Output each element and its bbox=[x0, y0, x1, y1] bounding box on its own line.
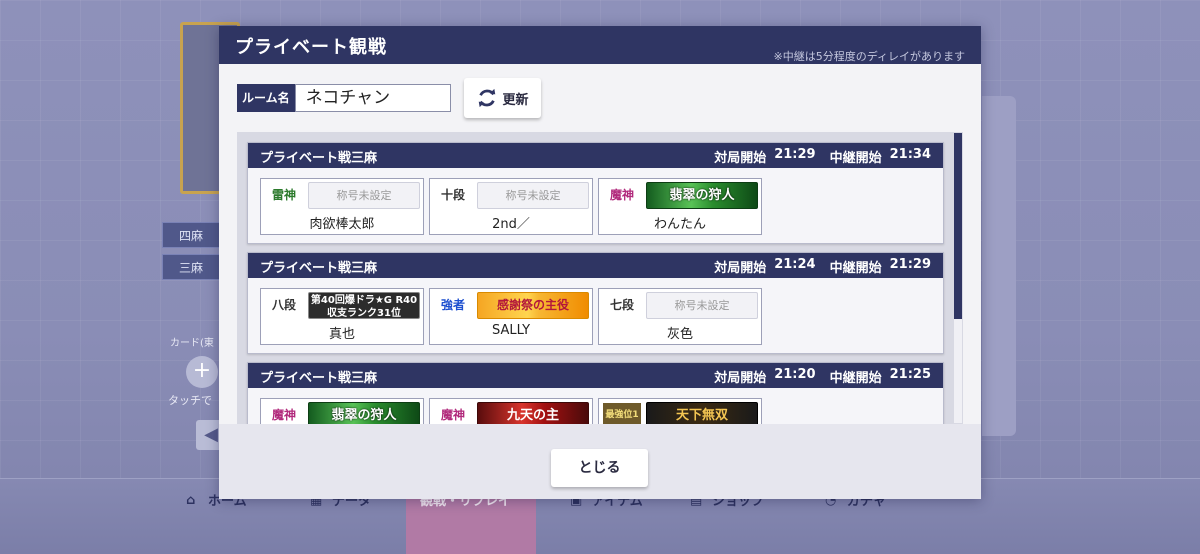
match-item[interactable]: プライベート戦三麻 対局開始 21:29 中継開始 21:34 雷神 称号未設定… bbox=[247, 142, 944, 244]
match-name: プライベート戦三麻 bbox=[260, 261, 378, 276]
start-time: 21:24 bbox=[774, 257, 816, 272]
player-card: 魔神 翡翠の狩人 bbox=[260, 398, 424, 424]
start-label: 対局開始 bbox=[714, 371, 767, 386]
match-name: プライベート戦三麻 bbox=[260, 151, 378, 166]
room-name-input[interactable]: ネコチャン bbox=[294, 84, 451, 112]
modal-header: プライベート観戦 ※中継は5分程度のディレイがあります bbox=[219, 26, 981, 64]
room-name-label: ルーム名 bbox=[237, 84, 295, 112]
relay-label: 中継開始 bbox=[829, 371, 882, 386]
match-name: プライベート戦三麻 bbox=[260, 371, 378, 386]
player-card: 雷神 称号未設定 肉欲棒太郎 bbox=[260, 178, 424, 235]
rank-badge: 八段 bbox=[271, 298, 296, 312]
player-name: SALLY bbox=[491, 323, 531, 338]
modal-footer: とじる bbox=[219, 424, 981, 499]
player-row: 雷神 称号未設定 肉欲棒太郎 十段 称号未設定 2nd／ 魔神 翡翠の狩人 わん… bbox=[260, 178, 762, 235]
delay-note: ※中継は5分程度のディレイがあります bbox=[773, 50, 965, 63]
player-row: 魔神 翡翠の狩人 魔神 九天の主 最強位1 天下無双 bbox=[260, 398, 762, 424]
match-header: プライベート戦三麻 対局開始 21:20 中継開始 21:25 bbox=[248, 363, 943, 388]
title-badge: 称号未設定 bbox=[646, 292, 758, 319]
player-name: 2nd／ bbox=[492, 217, 530, 232]
match-list[interactable]: プライベート戦三麻 対局開始 21:29 中継開始 21:34 雷神 称号未設定… bbox=[237, 132, 963, 424]
title-badge: 称号未設定 bbox=[308, 182, 420, 209]
rank-badge: 七段 bbox=[609, 298, 634, 312]
match-item[interactable]: プライベート戦三麻 対局開始 21:20 中継開始 21:25 魔神 翡翠の狩人… bbox=[247, 362, 944, 424]
rank-badge: 魔神 bbox=[609, 188, 634, 202]
player-name: 灰色 bbox=[666, 327, 693, 342]
relay-time: 21:25 bbox=[889, 367, 931, 382]
match-header: プライベート戦三麻 対局開始 21:29 中継開始 21:34 bbox=[248, 143, 943, 168]
bg-tab-four-player: 四麻 bbox=[162, 222, 222, 248]
player-name: わんたん bbox=[653, 217, 706, 232]
home-icon: ⌂ bbox=[186, 492, 196, 508]
title-badge: 感謝祭の主役 bbox=[477, 292, 589, 319]
player-card: 強者 感謝祭の主役 SALLY bbox=[429, 288, 593, 345]
rank-badge: 最強位1 bbox=[603, 403, 641, 424]
rank-badge: 魔神 bbox=[271, 408, 296, 422]
list-scrollbar[interactable] bbox=[954, 133, 962, 423]
bg-plus-icon: + bbox=[186, 356, 218, 388]
start-time: 21:20 bbox=[774, 367, 816, 382]
title-badge: 九天の主 bbox=[477, 402, 589, 424]
player-row: 八段 第40回爆ドラ★G R40収支ランク31位 真也 強者 感謝祭の主役 SA… bbox=[260, 288, 762, 345]
room-name-row: ルーム名 ネコチャン bbox=[237, 84, 451, 112]
private-spectate-modal: プライベート観戦 ※中継は5分程度のディレイがあります ルーム名 ネコチャン 更… bbox=[219, 26, 981, 499]
player-card: 八段 第40回爆ドラ★G R40収支ランク31位 真也 bbox=[260, 288, 424, 345]
player-card: 最強位1 天下無双 bbox=[598, 398, 762, 424]
player-card: 魔神 九天の主 bbox=[429, 398, 593, 424]
player-card: 十段 称号未設定 2nd／ bbox=[429, 178, 593, 235]
relay-label: 中継開始 bbox=[829, 261, 882, 276]
start-time: 21:29 bbox=[774, 147, 816, 162]
title-badge: 第40回爆ドラ★G R40収支ランク31位 bbox=[308, 292, 420, 319]
relay-time: 21:34 bbox=[889, 147, 931, 162]
bg-touch-label: タッチで bbox=[168, 394, 212, 407]
title-badge: 称号未設定 bbox=[477, 182, 589, 209]
scrollbar-thumb[interactable] bbox=[954, 133, 962, 319]
modal-title: プライベート観戦 bbox=[235, 37, 387, 58]
bg-right-panel bbox=[982, 96, 1016, 436]
rank-badge: 十段 bbox=[440, 188, 465, 202]
player-card: 七段 称号未設定 灰色 bbox=[598, 288, 762, 345]
player-name: 真也 bbox=[328, 327, 355, 342]
rank-badge: 雷神 bbox=[271, 188, 296, 202]
start-label: 対局開始 bbox=[714, 151, 767, 166]
refresh-button[interactable]: 更新 bbox=[464, 78, 541, 118]
relay-label: 中継開始 bbox=[829, 151, 882, 166]
title-badge: 天下無双 bbox=[646, 402, 758, 424]
refresh-label: 更新 bbox=[502, 92, 529, 108]
rank-badge: 強者 bbox=[440, 298, 465, 312]
bg-card-label: カード(東 bbox=[170, 338, 214, 349]
player-name: 肉欲棒太郎 bbox=[309, 217, 375, 232]
match-item[interactable]: プライベート戦三麻 対局開始 21:24 中継開始 21:29 八段 第40回爆… bbox=[247, 252, 944, 354]
rank-badge: 魔神 bbox=[440, 408, 465, 422]
title-badge: 翡翠の狩人 bbox=[308, 402, 420, 424]
title-badge: 翡翠の狩人 bbox=[646, 182, 758, 209]
start-label: 対局開始 bbox=[714, 261, 767, 276]
bg-tab-three-player: 三麻 bbox=[162, 254, 222, 280]
match-header: プライベート戦三麻 対局開始 21:24 中継開始 21:29 bbox=[248, 253, 943, 278]
player-card: 魔神 翡翠の狩人 わんたん bbox=[598, 178, 762, 235]
close-button[interactable]: とじる bbox=[551, 449, 648, 487]
relay-time: 21:29 bbox=[889, 257, 931, 272]
refresh-icon bbox=[479, 88, 496, 108]
